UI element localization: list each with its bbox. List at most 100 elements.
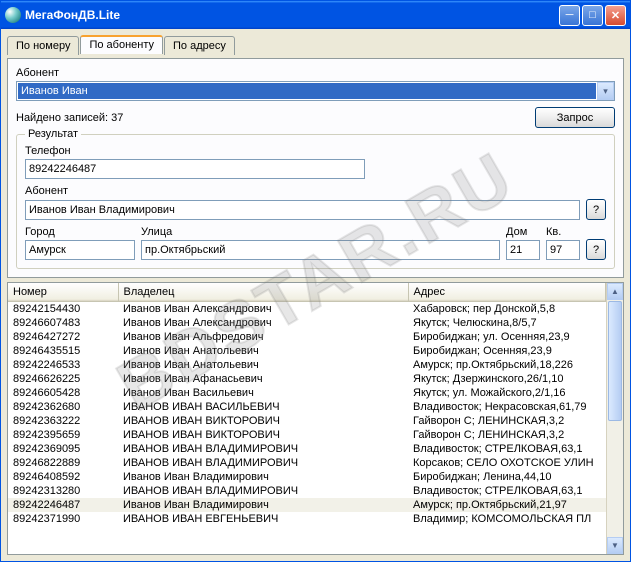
col-header-owner[interactable]: Владелец — [118, 283, 408, 302]
table-cell: 89242362680 — [8, 400, 118, 414]
table-cell: Гайворон С; ЛЕНИНСКАЯ,3,2 — [408, 428, 606, 442]
table-row[interactable]: 89242246487Иванов Иван ВладимировичАмурс… — [8, 498, 606, 512]
table-cell: Иванов Иван Афанасьевич — [118, 372, 408, 386]
window-title: МегаФонДВ.Lite — [25, 8, 559, 22]
table-cell: 89242363222 — [8, 414, 118, 428]
city-field[interactable] — [25, 240, 135, 260]
maximize-button[interactable]: □ — [582, 5, 603, 26]
app-window: МегаФонДВ.Lite ─ □ ✕ По номеру По абонен… — [0, 0, 631, 562]
table-cell: ИВАНОВ ИВАН ВИКТОРОВИЧ — [118, 428, 408, 442]
table-row[interactable]: 89242246533Иванов Иван АнатольевичАмурск… — [8, 358, 606, 372]
table-cell: Иванов Иван Альфредович — [118, 330, 408, 344]
table-cell: 89246607483 — [8, 316, 118, 330]
table-cell: Якутск; Дзержинского,26/1,10 — [408, 372, 606, 386]
table-cell: Владивосток; Некрасовская,61,79 — [408, 400, 606, 414]
phone-label: Телефон — [25, 145, 606, 157]
table-cell: 89242395659 — [8, 428, 118, 442]
table-cell: 89242246487 — [8, 498, 118, 512]
minimize-button[interactable]: ─ — [559, 5, 580, 26]
scroll-up-icon[interactable]: ▲ — [607, 283, 623, 300]
table-row[interactable]: 89246822889ИВАНОВ ИВАН ВЛАДИМИРОВИЧКорса… — [8, 456, 606, 470]
table-cell: Иванов Иван Александрович — [118, 302, 408, 317]
table-row[interactable]: 89246626225Иванов Иван АфанасьевичЯкутск… — [8, 372, 606, 386]
tab-strip: По номеру По абоненту По адресу — [7, 35, 624, 54]
table-row[interactable]: 89242363222ИВАНОВ ИВАН ВИКТОРОВИЧГайворо… — [8, 414, 606, 428]
table-cell: ИВАНОВ ИВАН ВЛАДИМИРОВИЧ — [118, 484, 408, 498]
scroll-track[interactable] — [607, 422, 623, 537]
phone-field[interactable] — [25, 159, 365, 179]
grid-scrollbar[interactable]: ▲ ▼ — [606, 283, 623, 554]
table-cell: Иванов Иван Александрович — [118, 316, 408, 330]
tab-by-subscriber[interactable]: По абоненту — [80, 35, 163, 54]
table-cell: ИВАНОВ ИВАН ВЛАДИМИРОВИЧ — [118, 442, 408, 456]
client-area: По номеру По абоненту По адресу Абонент … — [1, 29, 630, 561]
close-button[interactable]: ✕ — [605, 5, 626, 26]
result-legend: Результат — [25, 128, 81, 140]
street-label: Улица — [141, 226, 500, 238]
house-field[interactable] — [506, 240, 540, 260]
table-cell: 89242369095 — [8, 442, 118, 456]
col-header-address[interactable]: Адрес — [408, 283, 606, 302]
table-row[interactable]: 89242371990ИВАНОВ ИВАН ЕВГЕНЬЕВИЧВладими… — [8, 512, 606, 526]
table-cell: 89242154430 — [8, 302, 118, 317]
table-cell: 89242246533 — [8, 358, 118, 372]
chevron-down-icon[interactable] — [597, 82, 614, 100]
table-cell: 89246408592 — [8, 470, 118, 484]
table-cell: ИВАНОВ ИВАН ВЛАДИМИРОВИЧ — [118, 456, 408, 470]
table-row[interactable]: 89242154430Иванов Иван АлександровичХаба… — [8, 302, 606, 317]
subscriber-help-button[interactable]: ? — [586, 199, 606, 220]
table-cell: Гайворон С; ЛЕНИНСКАЯ,3,2 — [408, 414, 606, 428]
result-subscriber-label: Абонент — [25, 185, 606, 197]
col-header-number[interactable]: Номер — [8, 283, 118, 302]
table-row[interactable]: 89246427272Иванов Иван АльфредовичБироби… — [8, 330, 606, 344]
table-row[interactable]: 89246408592Иванов Иван ВладимировичБироб… — [8, 470, 606, 484]
table-cell: Якутск; ул. Можайского,2/1,16 — [408, 386, 606, 400]
found-records-label: Найдено записей: 37 — [16, 112, 123, 124]
table-cell: 89246605428 — [8, 386, 118, 400]
house-label: Дом — [506, 226, 540, 238]
apt-field[interactable] — [546, 240, 580, 260]
table-cell: Хабаровск; пер Донской,5,8 — [408, 302, 606, 317]
table-cell: ИВАНОВ ИВАН ВАСИЛЬЕВИЧ — [118, 400, 408, 414]
table-cell: Амурск; пр.Октябрьский,21,97 — [408, 498, 606, 512]
table-cell: Иванов Иван Анатольевич — [118, 358, 408, 372]
scroll-down-icon[interactable]: ▼ — [607, 537, 623, 554]
subscriber-search-label: Абонент — [16, 67, 615, 79]
table-row[interactable]: 89242362680ИВАНОВ ИВАН ВАСИЛЬЕВИЧВладиво… — [8, 400, 606, 414]
table-cell: Владивосток; СТРЕЛКОВАЯ,63,1 — [408, 484, 606, 498]
table-row[interactable]: 89246605428Иванов Иван ВасильевичЯкутск;… — [8, 386, 606, 400]
table-row[interactable]: 89246435515Иванов Иван АнатольевичБироби… — [8, 344, 606, 358]
table-cell: Владимир; КОМСОМОЛЬСКАЯ ПЛ — [408, 512, 606, 526]
table-cell: 89242371990 — [8, 512, 118, 526]
tab-by-address[interactable]: По адресу — [164, 36, 235, 55]
tab-by-number[interactable]: По номеру — [7, 36, 79, 55]
table-cell: ИВАНОВ ИВАН ЕВГЕНЬЕВИЧ — [118, 512, 408, 526]
result-group: Результат Телефон Абонент ? Город — [16, 134, 615, 269]
table-cell: Иванов Иван Владимирович — [118, 498, 408, 512]
table-cell: 89246435515 — [8, 344, 118, 358]
table-cell: Амурск; пр.Октябрьский,18,226 — [408, 358, 606, 372]
app-icon — [5, 7, 21, 23]
city-label: Город — [25, 226, 135, 238]
table-cell: Биробиджан; Ленина,44,10 — [408, 470, 606, 484]
table-cell: Биробиджан; Осенняя,23,9 — [408, 344, 606, 358]
table-cell: Владивосток; СТРЕЛКОВАЯ,63,1 — [408, 442, 606, 456]
results-grid[interactable]: Номер Владелец Адрес 89242154430Иванов И… — [8, 283, 606, 554]
table-cell: 89246626225 — [8, 372, 118, 386]
table-cell: Иванов Иван Васильевич — [118, 386, 408, 400]
table-row[interactable]: 89242313280ИВАНОВ ИВАН ВЛАДИМИРОВИЧВлади… — [8, 484, 606, 498]
subscriber-search-combo[interactable]: Иванов Иван — [16, 81, 615, 101]
table-row[interactable]: 89242395659ИВАНОВ ИВАН ВИКТОРОВИЧГайворо… — [8, 428, 606, 442]
subscriber-search-value: Иванов Иван — [18, 83, 596, 99]
street-field[interactable] — [141, 240, 500, 260]
results-grid-wrap: Номер Владелец Адрес 89242154430Иванов И… — [7, 282, 624, 555]
table-row[interactable]: 89246607483Иванов Иван АлександровичЯкут… — [8, 316, 606, 330]
table-cell: 89242313280 — [8, 484, 118, 498]
table-cell: Иванов Иван Анатольевич — [118, 344, 408, 358]
query-button[interactable]: Запрос — [535, 107, 615, 128]
table-row[interactable]: 89242369095ИВАНОВ ИВАН ВЛАДИМИРОВИЧВлади… — [8, 442, 606, 456]
apt-label: Кв. — [546, 226, 580, 238]
scroll-thumb[interactable] — [608, 301, 622, 421]
result-subscriber-field[interactable] — [25, 200, 580, 220]
address-help-button[interactable]: ? — [586, 239, 606, 260]
